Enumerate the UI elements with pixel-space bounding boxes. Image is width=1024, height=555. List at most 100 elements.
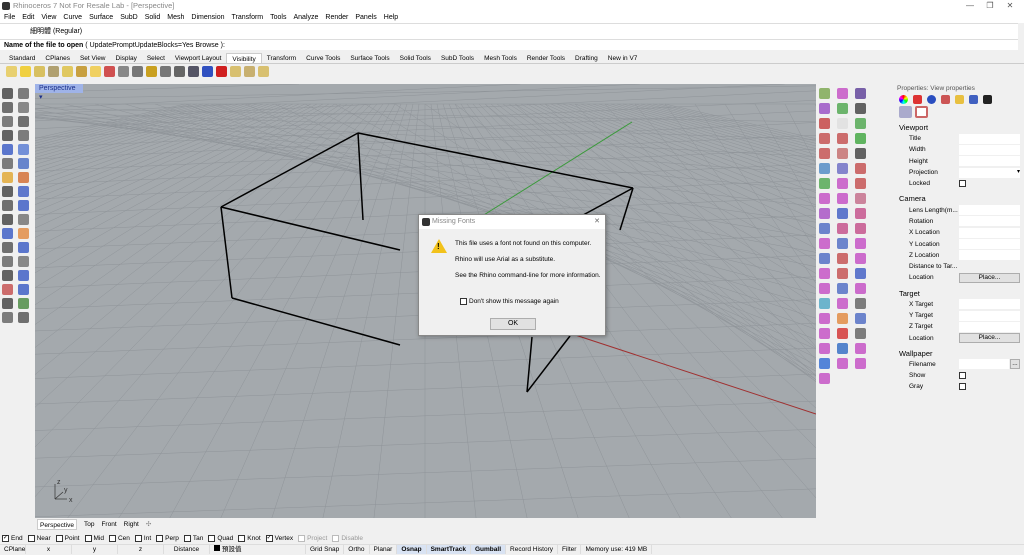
close-button[interactable]: ✕ [1000, 0, 1020, 12]
right-tool-icon[interactable] [855, 193, 866, 204]
dont-show-checkbox[interactable]: Don't show this message again [460, 298, 559, 305]
y-target-field[interactable] [959, 310, 1020, 321]
status-grid-snap[interactable]: Grid Snap [306, 545, 345, 554]
visibility-tool-icon[interactable] [6, 65, 17, 77]
left-tool-icon[interactable] [2, 102, 13, 113]
left-tool-icon[interactable] [2, 284, 13, 295]
right-tool-icon[interactable] [819, 148, 830, 159]
checkbox[interactable] [298, 534, 306, 542]
menu-panels[interactable]: Panels [355, 12, 376, 23]
right-tool-icon[interactable] [837, 238, 848, 249]
left-tool-icon[interactable] [2, 270, 13, 281]
left-tool-icon[interactable] [2, 200, 13, 211]
left-tool-icon[interactable] [18, 228, 29, 239]
left-tool-icon[interactable] [18, 102, 29, 113]
viewport-tab-perspective[interactable]: Perspective [37, 519, 77, 530]
object-properties-tab-icon[interactable] [899, 95, 908, 104]
tab-curve-tools[interactable]: Curve Tools [301, 53, 345, 63]
tab-drafting[interactable]: Drafting [570, 53, 603, 63]
left-tool-icon[interactable] [18, 144, 29, 155]
right-tool-icon[interactable] [855, 103, 866, 114]
right-tool-icon[interactable] [855, 148, 866, 159]
left-tool-icon[interactable] [2, 242, 13, 253]
right-tool-icon[interactable] [819, 238, 830, 249]
tab-display[interactable]: Display [111, 53, 142, 63]
right-tool-icon[interactable] [819, 343, 830, 354]
menu-surface[interactable]: Surface [89, 12, 113, 23]
status-cplane[interactable]: CPlane [0, 545, 26, 554]
folder-tab-icon[interactable] [955, 95, 964, 104]
osnap-perp[interactable]: Perp [156, 534, 179, 542]
status-filter[interactable]: Filter [558, 545, 582, 554]
right-tool-icon[interactable] [855, 88, 866, 99]
right-tool-icon[interactable] [837, 148, 848, 159]
right-tool-icon[interactable] [855, 328, 866, 339]
left-tool-icon[interactable] [2, 172, 13, 183]
tab-standard[interactable]: Standard [4, 53, 40, 63]
visibility-tool-icon[interactable] [132, 65, 143, 77]
checkbox[interactable] [156, 534, 164, 542]
wallpaper-icon[interactable] [915, 106, 928, 118]
left-tool-icon[interactable] [2, 298, 13, 309]
environment-tab-icon[interactable] [927, 95, 936, 104]
left-tool-icon[interactable] [18, 270, 29, 281]
checkbox[interactable] [208, 534, 216, 542]
z-location-field[interactable] [959, 250, 1020, 261]
left-tool-icon[interactable] [18, 172, 29, 183]
light-tab-icon[interactable] [941, 95, 950, 104]
tab-cplanes[interactable]: CPlanes [40, 53, 75, 63]
tab-render-tools[interactable]: Render Tools [522, 53, 570, 63]
checkbox[interactable]: ✓ [2, 534, 9, 542]
osnap-cen[interactable]: Cen [108, 534, 130, 542]
right-tool-icon[interactable] [819, 373, 830, 384]
tab-surface-tools[interactable]: Surface Tools [345, 53, 394, 63]
tab-select[interactable]: Select [142, 53, 170, 63]
visibility-tool-icon[interactable] [230, 65, 241, 77]
left-tool-icon[interactable] [2, 256, 13, 267]
right-tool-icon[interactable] [819, 163, 830, 174]
right-tool-icon[interactable] [837, 163, 848, 174]
left-tool-icon[interactable] [18, 200, 29, 211]
width-field[interactable] [959, 144, 1020, 155]
command-line[interactable]: Name of the file to open ( UpdatePromptU… [0, 39, 1018, 50]
menu-view[interactable]: View [41, 12, 56, 23]
checkbox[interactable] [108, 534, 116, 542]
left-tool-icon[interactable] [18, 298, 29, 309]
tab-visibility[interactable]: Visibility [226, 53, 262, 63]
right-tool-icon[interactable] [819, 178, 830, 189]
menu-render[interactable]: Render [325, 12, 348, 23]
menu-subd[interactable]: SubD [120, 12, 138, 23]
filename-field[interactable] [959, 359, 1009, 370]
left-tool-icon[interactable] [2, 186, 13, 197]
gray-checkbox[interactable] [959, 383, 966, 391]
right-tool-icon[interactable] [855, 343, 866, 354]
left-tool-icon[interactable] [2, 214, 13, 225]
checkbox[interactable] [27, 534, 35, 542]
osnap-int[interactable]: Int [134, 534, 151, 542]
visibility-tool-icon[interactable] [244, 65, 255, 77]
right-tool-icon[interactable] [819, 133, 830, 144]
x-location-field[interactable] [959, 227, 1020, 238]
osnap-disable[interactable]: Disable [332, 534, 363, 542]
status-planar[interactable]: Planar [370, 545, 398, 554]
right-tool-icon[interactable] [819, 103, 830, 114]
right-tool-icon[interactable] [837, 223, 848, 234]
left-tool-icon[interactable] [18, 116, 29, 127]
right-tool-icon[interactable] [819, 193, 830, 204]
menu-tools[interactable]: Tools [270, 12, 286, 23]
z-target-field[interactable] [959, 321, 1020, 332]
left-tool-icon[interactable] [18, 214, 29, 225]
right-tool-icon[interactable] [819, 298, 830, 309]
menu-analyze[interactable]: Analyze [293, 12, 318, 23]
left-tool-icon[interactable] [18, 312, 29, 323]
right-tool-icon[interactable] [855, 223, 866, 234]
y-location-field[interactable] [959, 239, 1020, 250]
tab-subd-tools[interactable]: SubD Tools [436, 53, 479, 63]
right-tool-icon[interactable] [855, 118, 866, 129]
viewport-tab-front[interactable]: Front [101, 519, 116, 530]
visibility-tool-icon[interactable] [20, 65, 31, 77]
right-tool-icon[interactable] [837, 88, 848, 99]
x-target-field[interactable] [959, 299, 1020, 310]
status-osnap[interactable]: Osnap [397, 545, 427, 554]
viewport-tab-right[interactable]: Right [124, 519, 139, 530]
